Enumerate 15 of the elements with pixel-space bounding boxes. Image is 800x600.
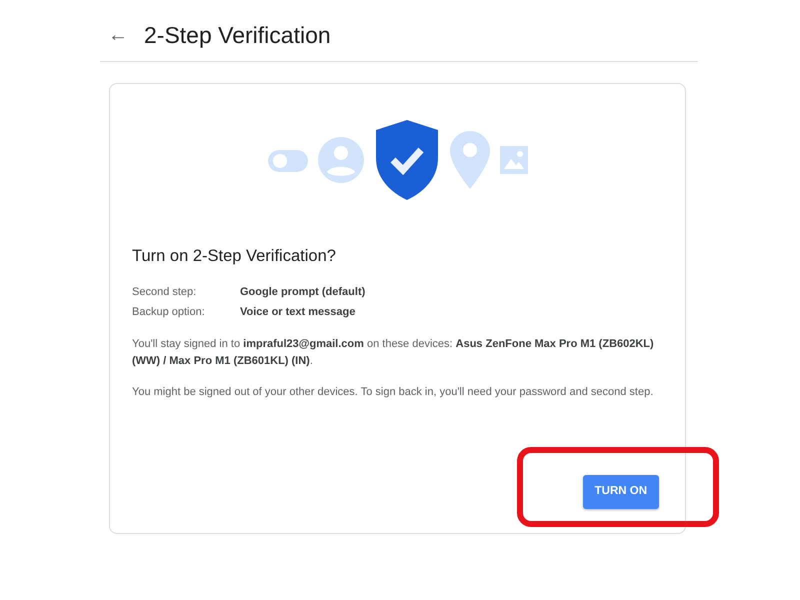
person-icon (318, 136, 364, 182)
shield-check-icon (374, 120, 440, 200)
turn-on-button[interactable]: TURN ON (582, 475, 659, 508)
toggle-icon (268, 148, 308, 172)
info-paragraph: You'll stay signed in to impraful23@gmail.com on these devices: Asus ZenFone Max Pro M1 (ZB602KL) (WW) / Max Pro M1 (ZB601KL) (IN). (132, 337, 655, 370)
page-title: 2-Step Verification (144, 21, 331, 50)
image-icon (500, 146, 528, 174)
detail-label: Second step: (132, 285, 198, 300)
detail-value: Voice or text message (240, 305, 356, 320)
location-pin-icon (450, 130, 490, 188)
detail-label: Backup option: (132, 305, 206, 320)
info-paragraph: You might be signed out of your other devices. To sign back in, you'll need your password and second step. (132, 385, 654, 400)
dialog-heading: Turn on 2-Step Verification? (132, 246, 337, 266)
detail-value: Google prompt (default) (240, 285, 366, 300)
back-button[interactable]: ← (108, 25, 128, 46)
